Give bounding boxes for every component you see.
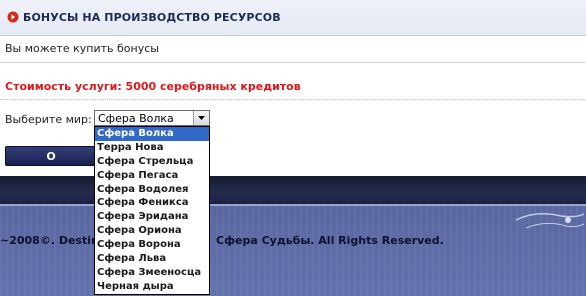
intro-text: Вы можете купить бонусы — [5, 42, 159, 55]
world-option[interactable]: Сфера Льва — [95, 252, 209, 266]
footer-ornament — [515, 213, 585, 229]
footer: ~2008©. Destiny Сфера Судьбы. All Rights… — [0, 176, 586, 296]
world-option[interactable]: Сфера Волка — [95, 127, 209, 141]
divider — [0, 99, 586, 100]
world-select-value: Сфера Волка — [98, 112, 174, 125]
page-title: БОНУСЫ НА ПРОИЗВОДСТВО РЕСУРСОВ — [23, 11, 281, 24]
copyright-right: Сфера Судьбы. All Rights Reserved. — [216, 234, 444, 247]
world-option[interactable]: Черная дыра — [95, 280, 209, 294]
world-select-label: Выберите мир: — [5, 113, 92, 126]
world-option[interactable]: Сфера Водолея — [95, 183, 209, 197]
footer-band — [0, 176, 586, 204]
section-header: БОНУСЫ НА ПРОИЗВОДСТВО РЕСУРСОВ — [0, 0, 586, 36]
chevron-down-icon[interactable] — [193, 111, 209, 125]
arrow-bullet-icon — [6, 10, 20, 24]
world-select[interactable]: Сфера Волка — [94, 110, 210, 126]
world-select-dropdown[interactable]: Сфера Волка Терра Нова Сфера Стрельца Сфера… — [94, 126, 210, 295]
world-option[interactable]: Терра Нова — [95, 141, 209, 155]
ok-button-label: О — [46, 149, 56, 163]
cost-text: Стоимость услуги: 5000 серебряных кредит… — [5, 80, 301, 93]
world-option[interactable]: Сфера Стрельца — [95, 155, 209, 169]
world-option[interactable]: Сфера Феникса — [95, 196, 209, 210]
ok-button[interactable]: О — [5, 146, 97, 166]
world-option[interactable]: Сфера Ворона — [95, 238, 209, 252]
world-option[interactable]: Сфера Ориона — [95, 224, 209, 238]
world-option[interactable]: Сфера Пегаса — [95, 169, 209, 183]
divider — [0, 62, 586, 63]
footer-background — [0, 206, 586, 296]
world-option[interactable]: Сфера Эридана — [95, 210, 209, 224]
world-option[interactable]: Сфера Змееносца — [95, 266, 209, 280]
copyright-left: ~2008©. Destiny — [0, 234, 107, 247]
